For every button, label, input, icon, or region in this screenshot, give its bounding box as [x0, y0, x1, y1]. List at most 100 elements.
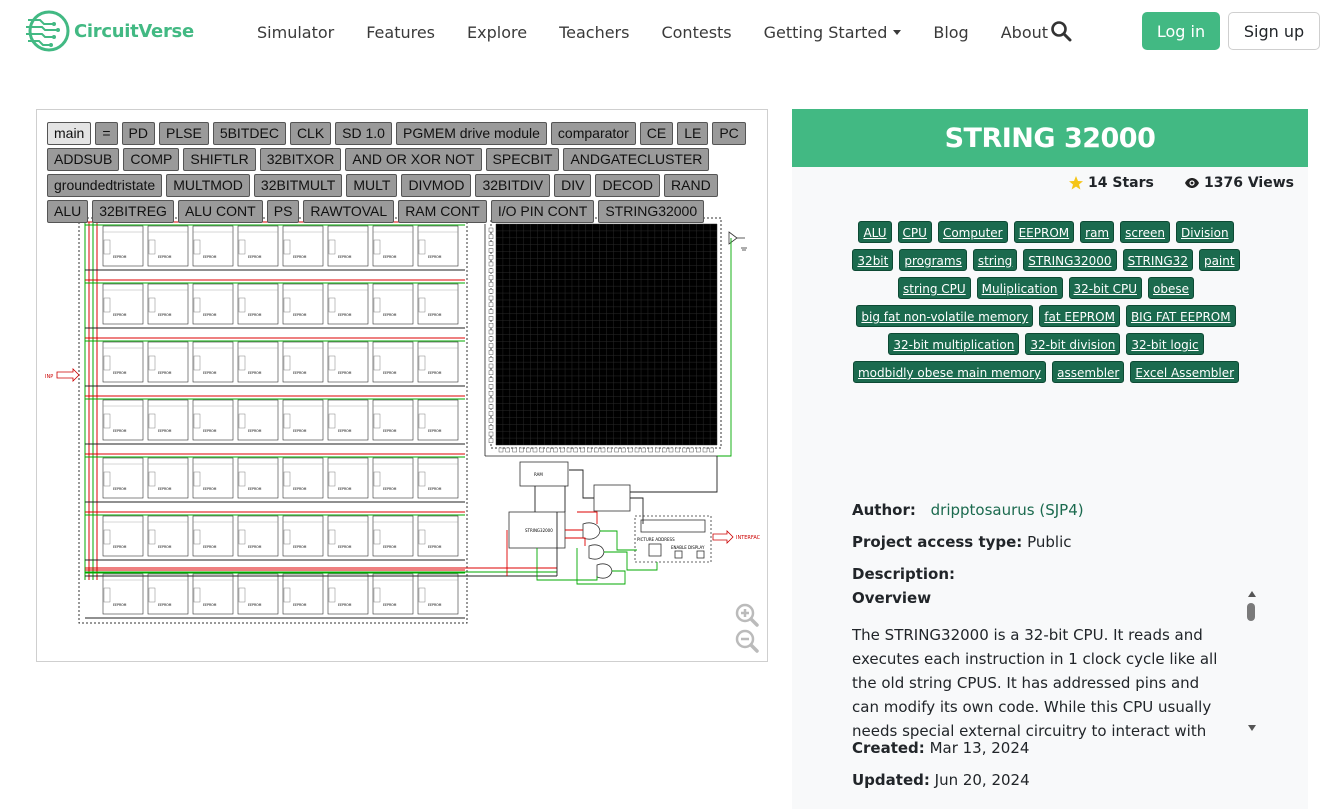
tag-item[interactable]: BIG FAT EEPROM — [1125, 305, 1236, 327]
circuit-tab[interactable]: SPECBIT — [485, 148, 560, 171]
circuit-tab[interactable]: 32BITMULT — [253, 174, 343, 197]
circuit-tab[interactable]: ADDSUB — [47, 148, 120, 171]
login-button[interactable]: Log in — [1142, 12, 1220, 50]
tag-item[interactable]: 32-bit CPU — [1068, 277, 1142, 299]
tag-item[interactable]: 32-bit logic — [1126, 333, 1204, 355]
circuit-tab[interactable]: 32BITDIV — [475, 174, 551, 197]
screen-pin-bottom — [696, 447, 701, 453]
nav-simulator[interactable]: Simulator — [241, 23, 350, 42]
circuit-tab[interactable]: DECOD — [595, 174, 661, 197]
tag-item[interactable]: assembler — [1052, 361, 1125, 383]
circuit-tab[interactable]: SHIFTLR — [183, 148, 256, 171]
tag-item[interactable]: 32-bit division — [1025, 333, 1121, 355]
nav-explore[interactable]: Explore — [451, 23, 543, 42]
access-row: Project access type: Public — [852, 533, 1072, 551]
access-value: Public — [1027, 533, 1072, 551]
circuit-tab[interactable]: PS — [266, 200, 300, 223]
circuit-tab[interactable]: CLK — [289, 122, 332, 145]
tag-item[interactable]: fat EEPROM — [1039, 305, 1120, 327]
circuit-tab[interactable]: MULTMOD — [166, 174, 250, 197]
author-link[interactable]: dripptosaurus (SJP4) — [931, 501, 1084, 519]
tag-item[interactable]: string CPU — [898, 277, 971, 299]
nav-features[interactable]: Features — [350, 23, 451, 42]
description-box[interactable]: Overview The STRING32000 is a 32-bit CPU… — [852, 589, 1260, 739]
screen-pin-left — [488, 234, 494, 240]
nav-teachers[interactable]: Teachers — [543, 23, 645, 42]
screen-pin-bottom — [512, 447, 517, 453]
circuit-tab[interactable]: LE — [677, 122, 709, 145]
circuit-tab[interactable]: comparator — [550, 122, 636, 145]
description-text: The STRING32000 is a 32-bit CPU. It read… — [852, 626, 1218, 739]
nav-blog[interactable]: Blog — [917, 23, 984, 42]
circuit-tab[interactable]: ANDGATECLUSTER — [563, 148, 710, 171]
nav-getting-started[interactable]: Getting Started — [748, 23, 918, 42]
circuit-tab[interactable]: STRING32000 — [598, 200, 705, 223]
circuit-tab[interactable]: ALU CONT — [177, 200, 263, 223]
circuit-tab[interactable]: CE — [639, 122, 674, 145]
circuit-tab[interactable]: ALU — [47, 200, 89, 223]
stars-count[interactable]: 14 Stars — [1068, 175, 1154, 191]
circuit-tab[interactable]: = — [95, 122, 118, 145]
project-stats: 14 Stars 1376 Views — [792, 175, 1308, 195]
tag-item[interactable]: Computer — [937, 221, 1008, 243]
ram-label: RAM — [534, 472, 543, 477]
tag-item[interactable]: CPU — [897, 221, 932, 243]
scroll-up-arrow[interactable] — [1248, 591, 1256, 597]
circuit-wire — [569, 469, 594, 499]
tag-item[interactable]: STRING32000 — [1023, 249, 1117, 271]
circuit-tab[interactable]: RAND — [664, 174, 718, 197]
nav-contests[interactable]: Contests — [645, 23, 747, 42]
circuit-preview[interactable]: EEPROM EEPROM EEPROM EEPROM EEPROM EEPROM EEPR… — [36, 109, 768, 662]
circuit-tab[interactable]: 32BITXOR — [259, 148, 342, 171]
tag-item[interactable]: obese — [1148, 277, 1194, 299]
circuit-tab[interactable]: PLSE — [159, 122, 209, 145]
tag-item[interactable]: string — [972, 249, 1018, 271]
zoom-out-icon[interactable] — [734, 628, 760, 654]
circuit-tab[interactable]: COMP — [123, 148, 180, 171]
circuit-tab[interactable]: PC — [712, 122, 746, 145]
scroll-down-arrow[interactable] — [1248, 725, 1256, 731]
zoom-in-icon[interactable] — [734, 602, 760, 628]
circuit-tab[interactable]: DIV — [554, 174, 592, 197]
tag-item[interactable]: paint — [1198, 249, 1240, 271]
screen-pin-bottom — [668, 447, 674, 453]
circuit-tab[interactable]: AND OR XOR NOT — [345, 148, 482, 171]
circuit-tab[interactable]: RAWTOVAL — [303, 200, 395, 223]
tag-item[interactable]: 32-bit multiplication — [888, 333, 1020, 355]
circuit-tab[interactable]: groundedtristate — [47, 174, 163, 197]
circuit-tab[interactable]: 32BITREG — [92, 200, 174, 223]
tag-item[interactable]: programs — [899, 249, 967, 271]
tag-item[interactable]: Muliplication — [976, 277, 1063, 299]
screen-pin-left — [488, 377, 494, 382]
circuit-tab[interactable]: PGMEM drive module — [395, 122, 547, 145]
tag-item[interactable]: 32bit — [852, 249, 894, 271]
tag-item[interactable]: Excel Assembler — [1130, 361, 1240, 383]
tag-item[interactable]: Division — [1176, 221, 1234, 243]
tag-item[interactable]: ram — [1080, 221, 1115, 243]
tag-item[interactable]: big fat non-volatile memory — [856, 305, 1034, 327]
tag-item[interactable]: screen — [1120, 221, 1171, 243]
circuit-tab[interactable]: SD 1.0 — [335, 122, 392, 145]
search-icon[interactable] — [1050, 20, 1072, 42]
circuit-tab[interactable]: I/O PIN CONT — [490, 200, 595, 223]
tag-item[interactable]: ALU — [858, 221, 892, 243]
scroll-thumb[interactable] — [1247, 603, 1255, 621]
circuit-tab[interactable]: PD — [121, 122, 155, 145]
tag-item[interactable]: EEPROM — [1013, 221, 1075, 243]
circuit-tab[interactable]: RAM CONT — [398, 200, 487, 223]
created-value: Mar 13, 2024 — [929, 739, 1030, 757]
circuit-tab[interactable]: 5BITDEC — [212, 122, 286, 145]
screen-pin-bottom — [621, 447, 626, 453]
star-icon — [1069, 176, 1083, 190]
tag-item[interactable]: modbidly obese main memory — [852, 361, 1047, 383]
circuit-tab[interactable]: DIVMOD — [401, 174, 472, 197]
circuit-tab[interactable]: MULT — [346, 174, 398, 197]
tag-item[interactable]: STRING32 — [1122, 249, 1193, 271]
created-label: Created: — [852, 739, 925, 757]
eeprom-chip-label: EEPROM — [158, 545, 172, 549]
screen-pin-left — [488, 397, 494, 403]
signup-button[interactable]: Sign up — [1228, 12, 1320, 50]
circuit-tab-main[interactable]: main — [47, 122, 92, 145]
description-scrollbar[interactable] — [1244, 591, 1260, 735]
brand[interactable]: CircuitVerse — [24, 8, 194, 54]
